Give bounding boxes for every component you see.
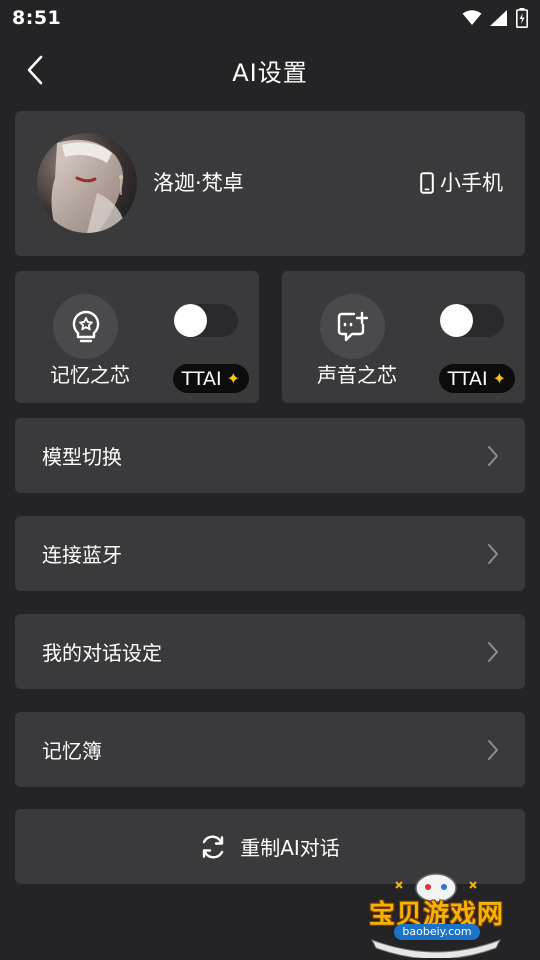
sparkle-icon: ✦ — [226, 368, 240, 388]
menu-item-label: 连接蓝牙 — [42, 543, 122, 567]
status-icons — [462, 8, 528, 28]
wifi-icon — [462, 10, 482, 25]
battery-charging-icon — [516, 8, 528, 28]
menu-item-model-switch[interactable]: 模型切换 — [15, 418, 525, 493]
phone-icon — [420, 172, 434, 194]
menu-item-label: 模型切换 — [42, 445, 122, 469]
ttai-badge: TTAI ✦ — [172, 364, 249, 393]
toggle-knob — [174, 304, 207, 337]
badge-label: TTAI — [181, 367, 222, 390]
feature-label: 记忆之芯 — [50, 363, 130, 387]
chevron-right-icon — [488, 740, 498, 760]
memory-core-toggle[interactable] — [174, 304, 238, 337]
status-bar: 8:51 — [0, 0, 540, 36]
signal-icon — [490, 10, 507, 26]
lightbulb-star-icon — [53, 294, 118, 359]
sparkle-icon: ✦ — [492, 368, 506, 388]
chevron-right-icon — [488, 446, 498, 466]
menu-item-label: 我的对话设定 — [42, 641, 162, 665]
status-time: 8:51 — [12, 7, 62, 29]
device-selector[interactable]: 小手机 — [420, 169, 503, 197]
back-button[interactable] — [18, 52, 52, 88]
feature-label: 声音之芯 — [317, 363, 397, 387]
menu-item-dialog-settings[interactable]: 我的对话设定 — [15, 614, 525, 689]
menu-item-memory-book[interactable]: 记忆簿 — [15, 712, 525, 787]
voice-core-toggle[interactable] — [440, 304, 504, 337]
watermark-url: baobeiy.com — [394, 924, 480, 940]
message-plus-icon — [320, 294, 385, 359]
device-label: 小手机 — [440, 171, 503, 195]
voice-core-card: 声音之芯 TTAI ✦ — [282, 271, 525, 403]
profile-name: 洛迦·梵卓 — [153, 171, 244, 195]
menu-item-bluetooth[interactable]: 连接蓝牙 — [15, 516, 525, 591]
memory-core-card: 记忆之芯 TTAI ✦ — [15, 271, 259, 403]
reset-label: 重制AI对话 — [240, 836, 340, 860]
avatar — [37, 133, 137, 233]
page-title: AI设置 — [232, 58, 308, 87]
profile-card[interactable]: 洛迦·梵卓 小手机 — [15, 111, 525, 256]
chevron-right-icon — [488, 544, 498, 564]
refresh-icon — [203, 834, 224, 859]
chevron-left-icon — [27, 55, 43, 85]
chevron-right-icon — [488, 642, 498, 662]
menu-item-label: 记忆簿 — [42, 739, 102, 763]
ttai-badge: TTAI ✦ — [438, 364, 515, 393]
badge-label: TTAI — [447, 367, 488, 390]
header: AI设置 — [0, 44, 540, 96]
toggle-knob — [440, 304, 473, 337]
watermark-logo: 宝贝游戏网 baobeiy.com — [364, 866, 509, 958]
